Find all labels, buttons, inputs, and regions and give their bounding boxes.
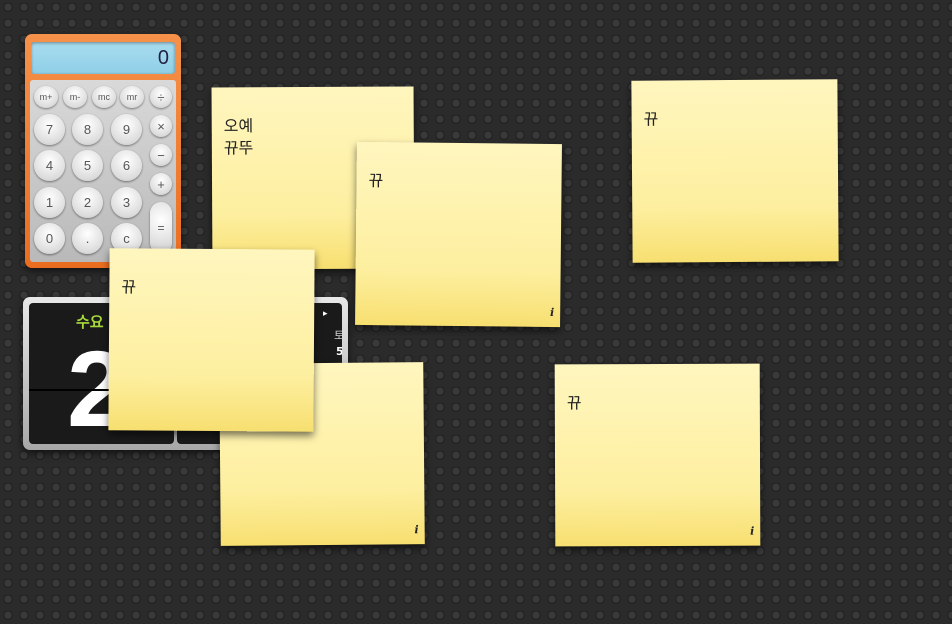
equals-button[interactable]: = (150, 202, 172, 254)
key-4[interactable]: 4 (34, 150, 65, 181)
calendar-day-header: 토 (334, 329, 342, 342)
calculator-display: 0 (31, 42, 175, 74)
divide-button[interactable]: ÷ (150, 86, 172, 108)
sticky-note[interactable]: 뀨 i (355, 141, 562, 328)
key-0[interactable]: 0 (34, 223, 65, 254)
key-7[interactable]: 7 (34, 114, 65, 145)
note-text[interactable]: 뀨 (567, 393, 582, 412)
key-3[interactable]: 3 (111, 187, 142, 218)
key-1[interactable]: 1 (34, 187, 65, 218)
note-text[interactable]: 오예 뀨뚜 (224, 116, 254, 157)
add-button[interactable]: + (150, 173, 172, 195)
multiply-button[interactable]: × (150, 115, 172, 137)
calculator-keypad: m+ m- mc mr 7 8 9 4 5 6 1 2 3 0 . c ÷ × … (30, 80, 176, 262)
key-2[interactable]: 2 (72, 187, 103, 218)
key-5[interactable]: 5 (72, 150, 103, 181)
sticky-note[interactable]: 뀨 (108, 248, 315, 432)
info-icon[interactable]: i (750, 521, 754, 543)
memory-subtract-button[interactable]: m- (63, 86, 87, 108)
key-decimal[interactable]: . (72, 223, 103, 254)
note-text[interactable]: 뀨 (121, 277, 136, 296)
memory-clear-button[interactable]: mc (92, 86, 116, 108)
next-month-icon[interactable]: ▸ (323, 309, 328, 319)
sticky-note[interactable]: 뀨 (631, 79, 839, 263)
calculator-widget: 0 m+ m- mc mr 7 8 9 4 5 6 1 2 3 0 . c ÷ … (25, 34, 181, 268)
note-text[interactable]: 뀨 (644, 110, 659, 129)
key-6[interactable]: 6 (111, 150, 142, 181)
calendar-date[interactable]: 5 (336, 345, 342, 358)
info-icon[interactable]: i (550, 302, 554, 324)
memory-add-button[interactable]: m+ (34, 86, 58, 108)
note-text[interactable]: 뀨 (368, 171, 383, 190)
key-9[interactable]: 9 (111, 114, 142, 145)
info-icon[interactable]: i (414, 519, 418, 541)
key-8[interactable]: 8 (72, 114, 103, 145)
sticky-note[interactable]: 뀨 i (554, 363, 761, 547)
memory-recall-button[interactable]: mr (120, 86, 144, 108)
subtract-button[interactable]: − (150, 144, 172, 166)
